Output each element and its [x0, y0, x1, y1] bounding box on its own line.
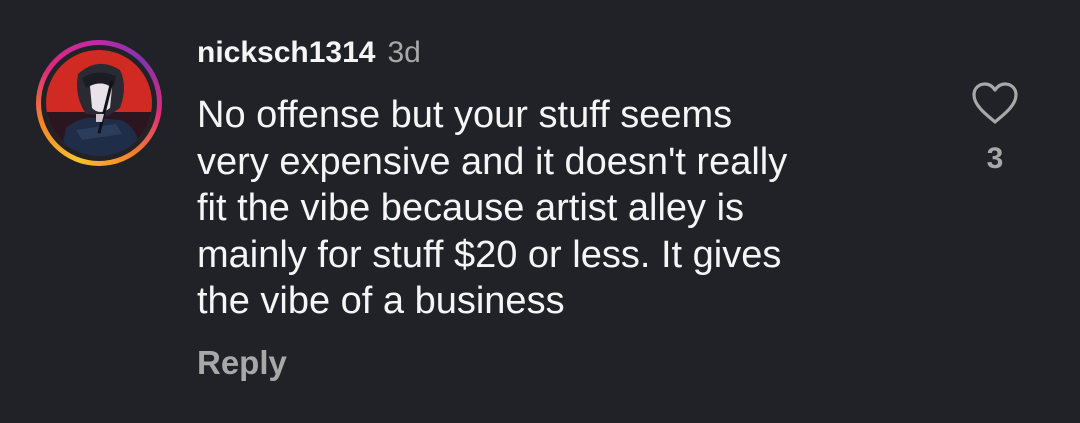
- comment-item: nicksch1314 3d No offense but your stuff…: [0, 0, 1080, 423]
- comment-text-line: the vibe of a business: [197, 280, 565, 322]
- comment-header: nicksch1314 3d: [197, 36, 421, 76]
- comment-text: No offense but your stuff seems very exp…: [197, 92, 917, 325]
- heart-outline-icon: [972, 82, 1018, 124]
- comment-text-line: fit the vibe because artist alley is: [197, 187, 745, 229]
- username-link[interactable]: nicksch1314: [197, 36, 375, 70]
- comment-text-line: mainly for stuff $20 or less. It gives: [197, 233, 782, 276]
- like-count: 3: [986, 142, 1004, 175]
- avatar-image: [46, 50, 152, 156]
- reply-button[interactable]: Reply: [197, 344, 287, 382]
- like-button[interactable]: [970, 80, 1020, 126]
- avatar[interactable]: [36, 40, 162, 166]
- comment-text-line: very expensive and it doesn't really: [197, 140, 788, 183]
- comment-timestamp: 3d: [387, 36, 421, 69]
- comment-text-line: No offense but your stuff seems: [197, 94, 733, 136]
- avatar-illustration: [46, 50, 152, 156]
